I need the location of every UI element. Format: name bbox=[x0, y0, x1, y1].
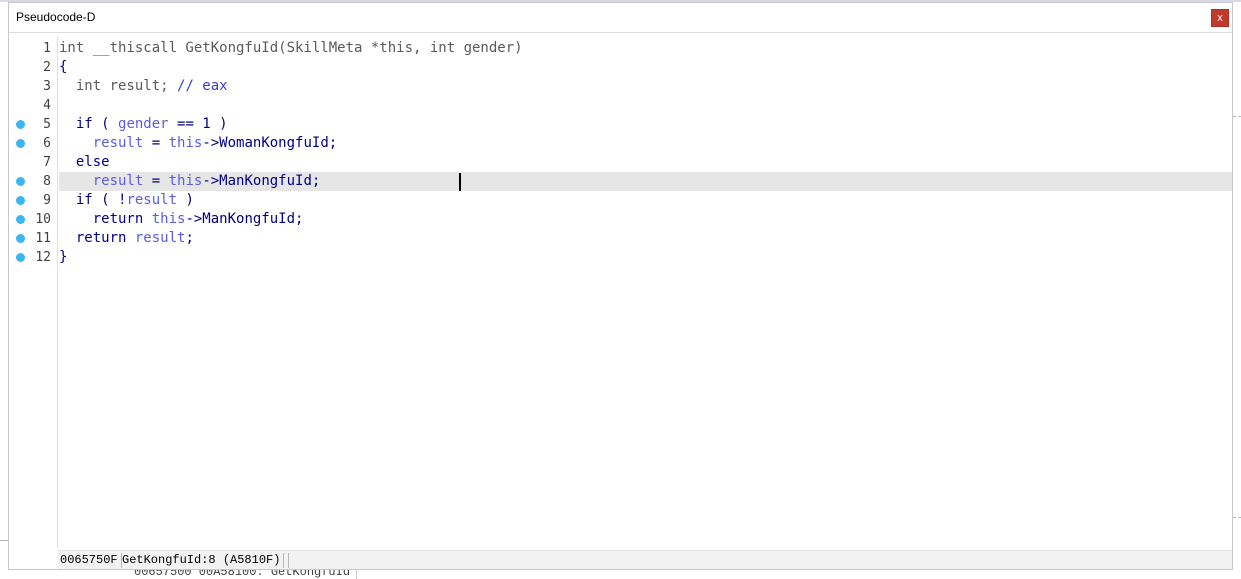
code-line[interactable]: 7 else bbox=[9, 153, 1232, 172]
line-number: 10 bbox=[35, 212, 51, 227]
code-line[interactable]: 3 int result; // eax bbox=[9, 77, 1232, 96]
code-line[interactable]: 1 int __thiscall GetKongfuId(SkillMeta *t… bbox=[9, 39, 1232, 58]
pseudocode-window: Pseudocode-D x 1 int __thiscall GetKongfu… bbox=[8, 2, 1233, 570]
code-line[interactable]: 9 if ( !result ) bbox=[9, 191, 1232, 210]
code-token: result bbox=[134, 230, 186, 246]
code-token: this bbox=[168, 135, 203, 151]
code-text[interactable]: if ( gender == 1 ) bbox=[59, 115, 1232, 134]
status-location: GetKongfuId:8 (A5810F) bbox=[122, 553, 285, 568]
code-line[interactable]: 6 result = this->WomanKongfuId; bbox=[9, 134, 1232, 153]
code-token: ->WomanKongfuId; bbox=[202, 135, 338, 151]
background-divider bbox=[1233, 517, 1241, 519]
background-divider bbox=[1233, 116, 1241, 118]
code-token: else bbox=[59, 154, 110, 170]
code-token: int __thiscall GetKongfuId(SkillMeta *th… bbox=[59, 40, 523, 56]
code-text[interactable]: if ( !result ) bbox=[59, 191, 1232, 210]
breakpoint-icon[interactable] bbox=[16, 177, 25, 186]
code-token: return bbox=[59, 211, 152, 227]
code-token: // eax bbox=[177, 78, 228, 94]
breakpoint-icon[interactable] bbox=[16, 196, 25, 205]
code-text[interactable]: result = this->ManKongfuId; bbox=[59, 172, 1232, 191]
code-text[interactable]: return this->ManKongfuId; bbox=[59, 210, 1232, 229]
line-number: 6 bbox=[43, 136, 51, 151]
code-text[interactable]: int result; // eax bbox=[59, 77, 1232, 96]
code-token: int result; bbox=[59, 78, 178, 94]
line-number: 7 bbox=[43, 155, 51, 170]
line-number: 2 bbox=[43, 60, 51, 75]
line-number: 8 bbox=[43, 174, 51, 189]
line-number: 5 bbox=[43, 117, 51, 132]
titlebar[interactable]: Pseudocode-D x bbox=[9, 3, 1232, 33]
line-number: 4 bbox=[43, 98, 51, 113]
code-token: = bbox=[143, 173, 169, 189]
code-token: ->ManKongfuId; bbox=[185, 211, 304, 227]
code-token: if ( ! bbox=[59, 192, 127, 208]
status-empty-cell bbox=[280, 553, 289, 568]
code-token: result bbox=[92, 173, 144, 189]
code-token: return bbox=[59, 230, 135, 246]
code-text[interactable]: else bbox=[59, 153, 1232, 172]
status-address: 0065750F bbox=[60, 553, 122, 568]
line-number: 11 bbox=[35, 231, 51, 246]
code-text[interactable] bbox=[59, 96, 1232, 115]
code-token: this bbox=[168, 173, 203, 189]
line-number: 9 bbox=[43, 193, 51, 208]
code-token: this bbox=[151, 211, 186, 227]
code-token: } bbox=[59, 249, 68, 265]
code-line[interactable]: 8 result = this->ManKongfuId; bbox=[9, 172, 1232, 191]
code-text[interactable]: return result; bbox=[59, 229, 1232, 248]
line-number: 3 bbox=[43, 79, 51, 94]
code-text[interactable]: { bbox=[59, 58, 1232, 77]
breakpoint-icon[interactable] bbox=[16, 253, 25, 262]
code-line[interactable]: 5 if ( gender == 1 ) bbox=[9, 115, 1232, 134]
code-token: = bbox=[143, 135, 169, 151]
close-icon: x bbox=[1217, 12, 1223, 24]
code-line[interactable]: 4 bbox=[9, 96, 1232, 115]
code-token: ) bbox=[177, 192, 194, 208]
code-token: if ( bbox=[59, 116, 119, 132]
breakpoint-icon[interactable] bbox=[16, 234, 25, 243]
code-token: == 1 ) bbox=[168, 116, 228, 132]
code-token: { bbox=[59, 59, 68, 75]
code-line[interactable]: 12} bbox=[9, 248, 1232, 267]
code-token: gender bbox=[118, 116, 169, 132]
code-line[interactable]: 2{ bbox=[9, 58, 1232, 77]
code-token: ; bbox=[185, 230, 194, 246]
breakpoint-icon[interactable] bbox=[16, 215, 25, 224]
window-title: Pseudocode-D bbox=[16, 10, 96, 24]
code-token: result bbox=[126, 192, 178, 208]
code-line[interactable]: 11 return result; bbox=[9, 229, 1232, 248]
code-token: ->ManKongfuId; bbox=[202, 173, 321, 189]
close-button[interactable]: x bbox=[1211, 9, 1229, 27]
breakpoint-icon[interactable] bbox=[16, 120, 25, 129]
breakpoint-icon[interactable] bbox=[16, 139, 25, 148]
code-token: result bbox=[92, 135, 144, 151]
code-editor[interactable]: 1 int __thiscall GetKongfuId(SkillMeta *t… bbox=[9, 36, 1232, 548]
code-text[interactable]: } bbox=[59, 248, 1232, 267]
text-caret bbox=[459, 173, 461, 191]
code-text[interactable]: int __thiscall GetKongfuId(SkillMeta *th… bbox=[59, 39, 1232, 58]
line-number: 1 bbox=[43, 41, 51, 56]
code-text[interactable]: result = this->WomanKongfuId; bbox=[59, 134, 1232, 153]
line-number: 12 bbox=[35, 250, 51, 265]
background-divider bbox=[0, 540, 8, 541]
code-line[interactable]: 10 return this->ManKongfuId; bbox=[9, 210, 1232, 229]
status-bar: 0065750F GetKongfuId:8 (A5810F) bbox=[58, 550, 1232, 569]
